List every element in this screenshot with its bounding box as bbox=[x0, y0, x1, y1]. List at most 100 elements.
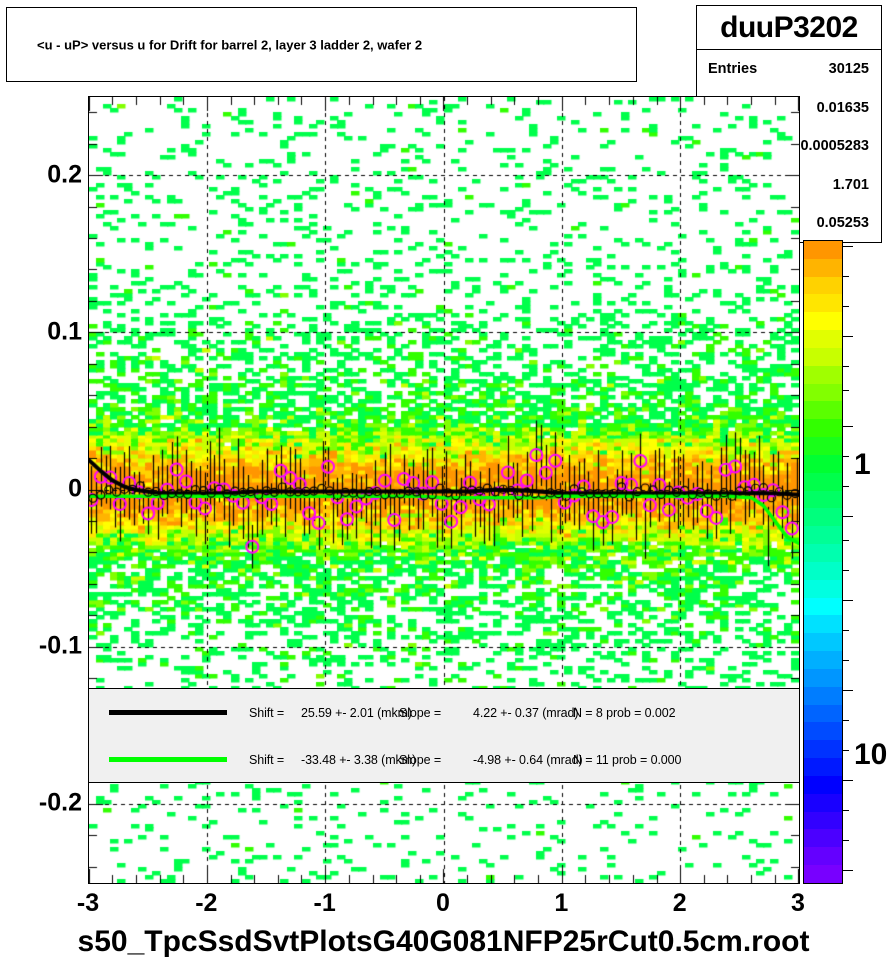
palette-tick bbox=[843, 390, 849, 391]
palette-tick bbox=[843, 306, 849, 307]
palette-band bbox=[804, 258, 842, 277]
palette-tick bbox=[843, 570, 849, 571]
palette-label: 10 bbox=[854, 738, 887, 771]
palette-tick bbox=[843, 600, 853, 601]
palette-tick bbox=[843, 276, 849, 277]
y-tick-label: -0.1 bbox=[38, 631, 82, 660]
palette-tick bbox=[843, 840, 849, 841]
palette-band bbox=[804, 401, 842, 420]
palette-band bbox=[804, 330, 842, 348]
palette-tick bbox=[843, 630, 849, 631]
shift-label: Shift = bbox=[249, 705, 285, 720]
fit-stats-tail: N = 8 prob = 0.002 bbox=[573, 705, 676, 720]
stat-value: 0.01635 bbox=[816, 99, 869, 116]
legend-fit-text: Shift = 25.59 +- 2.01 (mkm)Slope = 4.22 +-… bbox=[249, 705, 676, 720]
root-canvas: <u - uP> versus u for Drift for barrel 2… bbox=[0, 0, 887, 980]
palette-tick bbox=[843, 540, 849, 541]
y-tick-label: -0.2 bbox=[38, 788, 82, 817]
palette-band bbox=[804, 294, 842, 313]
stat-value: 0.05253 bbox=[816, 215, 869, 232]
palette-tick bbox=[843, 486, 849, 487]
x-tick-label: 0 bbox=[436, 889, 450, 917]
histogram-name: duuP3202 bbox=[697, 6, 881, 50]
palette-tick bbox=[843, 720, 849, 721]
palette-tick bbox=[843, 336, 853, 337]
x-tick-label: 1 bbox=[554, 889, 569, 917]
legend-line-swatch bbox=[109, 757, 227, 762]
palette-band bbox=[804, 633, 842, 652]
palette-band bbox=[804, 847, 842, 865]
palette-band bbox=[804, 704, 842, 723]
palette-band bbox=[804, 437, 842, 455]
stat-value: 1.701 bbox=[832, 176, 869, 193]
palette-band bbox=[804, 454, 842, 473]
color-palette-bar bbox=[803, 240, 843, 884]
palette-band bbox=[804, 651, 842, 669]
y-tick-label: 0 bbox=[68, 474, 82, 503]
palette-band bbox=[804, 811, 842, 830]
palette-band bbox=[804, 579, 842, 598]
x-tick-label: 2 bbox=[672, 889, 687, 917]
y-axis-labels: 0.2 0.1 0 -0.1 -0.2 bbox=[0, 0, 82, 980]
palette-band bbox=[804, 758, 842, 776]
palette-band bbox=[804, 686, 842, 705]
palette-band bbox=[804, 775, 842, 794]
palette-label: 1 bbox=[854, 448, 871, 481]
palette-band bbox=[804, 597, 842, 616]
shift-value: -33.48 +- 3.38 (mkm) bbox=[301, 752, 417, 767]
palette-tick bbox=[843, 246, 853, 247]
palette-band bbox=[804, 241, 842, 259]
x-tick-label: -3 bbox=[76, 889, 100, 917]
palette-band bbox=[804, 561, 842, 580]
legend-entry-0: Shift = 25.59 +- 2.01 (mkm)Slope = 4.22 +-… bbox=[89, 689, 799, 736]
palette-band bbox=[804, 864, 842, 883]
palette-band bbox=[804, 347, 842, 366]
palette-tick bbox=[843, 690, 853, 691]
palette-band bbox=[804, 668, 842, 687]
fit-legend: Shift = 25.59 +- 2.01 (mkm)Slope = 4.22 +-… bbox=[88, 688, 800, 783]
legend-fit-text: Shift = -33.48 +- 3.38 (mkm)Slope = -4.98 … bbox=[249, 753, 681, 767]
palette-band bbox=[804, 793, 842, 812]
y-tick-label: 0.1 bbox=[47, 317, 82, 346]
palette-band bbox=[804, 722, 842, 741]
palette-tick bbox=[843, 810, 849, 811]
legend-line-swatch bbox=[109, 710, 227, 715]
stat-key: Entries bbox=[708, 61, 758, 78]
palette-band bbox=[804, 383, 842, 402]
palette-tick bbox=[843, 660, 849, 661]
fit-stats-tail: N = 11 prob = 0.000 bbox=[573, 752, 682, 767]
palette-tick bbox=[843, 516, 853, 517]
slope-label: Slope = bbox=[399, 752, 442, 767]
palette-tick bbox=[843, 426, 853, 427]
stat-value: 0.0005283 bbox=[800, 138, 869, 155]
slope-value: 4.22 +- 0.37 (mrad) bbox=[473, 705, 579, 720]
palette-band bbox=[804, 312, 842, 331]
x-tick-label: -2 bbox=[195, 889, 218, 917]
palette-tick bbox=[843, 750, 849, 751]
page-title: <u - uP> versus u for Drift for barrel 2… bbox=[37, 37, 423, 52]
stat-row-entries: Entries 30125 bbox=[697, 50, 881, 89]
source-filename: s50_TpcSsdSvtPlotsG40G081NFP25rCut0.5cm.… bbox=[77, 925, 810, 958]
legend-entry-1: Shift = -33.48 +- 3.38 (mkm)Slope = -4.98 … bbox=[89, 736, 799, 783]
palette-tick bbox=[843, 456, 849, 457]
palette-tick bbox=[843, 366, 849, 367]
title-box: <u - uP> versus u for Drift for barrel 2… bbox=[6, 7, 637, 82]
x-tick-label: 3 bbox=[791, 889, 805, 917]
palette-band bbox=[804, 526, 842, 545]
shift-value: 25.59 +- 2.01 (mkm) bbox=[301, 705, 412, 720]
palette-tick bbox=[843, 870, 853, 871]
palette-band bbox=[804, 740, 842, 759]
x-tick-label: -1 bbox=[313, 889, 336, 917]
palette-band bbox=[804, 544, 842, 562]
palette-axis-ticks bbox=[843, 240, 853, 884]
y-tick-label: 0.2 bbox=[47, 160, 82, 189]
slope-label: Slope = bbox=[399, 705, 442, 720]
palette-band bbox=[804, 508, 842, 527]
palette-band bbox=[804, 829, 842, 848]
shift-label: Shift = bbox=[249, 752, 285, 767]
palette-band bbox=[804, 490, 842, 509]
slope-value: -4.98 +- 0.64 (mrad) bbox=[473, 752, 583, 767]
palette-band bbox=[804, 419, 842, 438]
palette-band bbox=[804, 472, 842, 491]
palette-band bbox=[804, 276, 842, 295]
